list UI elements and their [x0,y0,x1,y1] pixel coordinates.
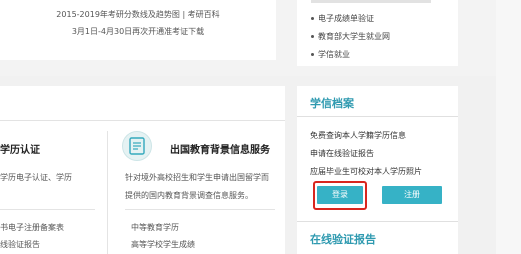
bullet-icon [311,17,314,20]
bullet-icon [311,35,314,38]
link-university-grades[interactable]: 高等学校学生成绩 [131,239,195,250]
online-section-rule [297,221,458,222]
card-title-education-background[interactable]: 出国教育背景信息服务 [170,141,270,156]
archive-info-line3: 应届毕业生可校对本人学历照片 [310,167,422,176]
card-desc-degree-cert: 学历电子认证、学历 [0,173,72,182]
link-registration-form[interactable]: 书电子注册备案表 [0,222,64,233]
card-desc-line2: 提供的国内教育背景调查信息服务。 [125,191,253,200]
document-icon [122,131,152,161]
card-rule [125,209,275,210]
bullet-icon [311,53,314,56]
online-report-title[interactable]: 在线验证报告 [310,231,376,247]
link-xuexin-jobs[interactable]: 学信就业 [311,49,350,60]
services-divider [0,120,285,121]
archive-info-line1: 免费查询本人学籍学历信息 [310,131,406,140]
quick-links-panel: 电子成绩单验证 教育部大学生就业网 学信就业 [297,0,458,66]
archive-title[interactable]: 学信档案 [310,95,354,111]
archive-info-line2: 申请在线验证报告 [310,149,374,158]
clipped-link-fragment [311,0,431,3]
card-desc-line1: 针对境外高校招生和学生申请出国留学而 [125,173,269,182]
login-highlight-box [313,181,367,210]
link-online-report[interactable]: 线验证报告 [0,239,40,250]
card-rule [0,209,95,210]
register-button[interactable]: 注册 [382,186,442,204]
link-employment-site[interactable]: 教育部大学生就业网 [311,31,390,42]
page-right-margin [496,0,521,254]
card-title-degree-cert[interactable]: 学历认证 [0,141,40,156]
news-link-admission-ticket[interactable]: 3月1日-4月30日再次开通准考证下载 [0,26,276,37]
card-separator [107,131,108,254]
link-secondary-education[interactable]: 中等教育学历 [131,222,179,233]
news-panel: 2015-2019年考研分数线及趋势图 | 考研百科 3月1日-4月30日再次开… [0,0,276,60]
archive-title-rule [297,116,458,117]
link-transcript-verify[interactable]: 电子成绩单验证 [311,13,374,24]
news-link-score-line[interactable]: 2015-2019年考研分数线及趋势图 | 考研百科 [0,9,276,20]
